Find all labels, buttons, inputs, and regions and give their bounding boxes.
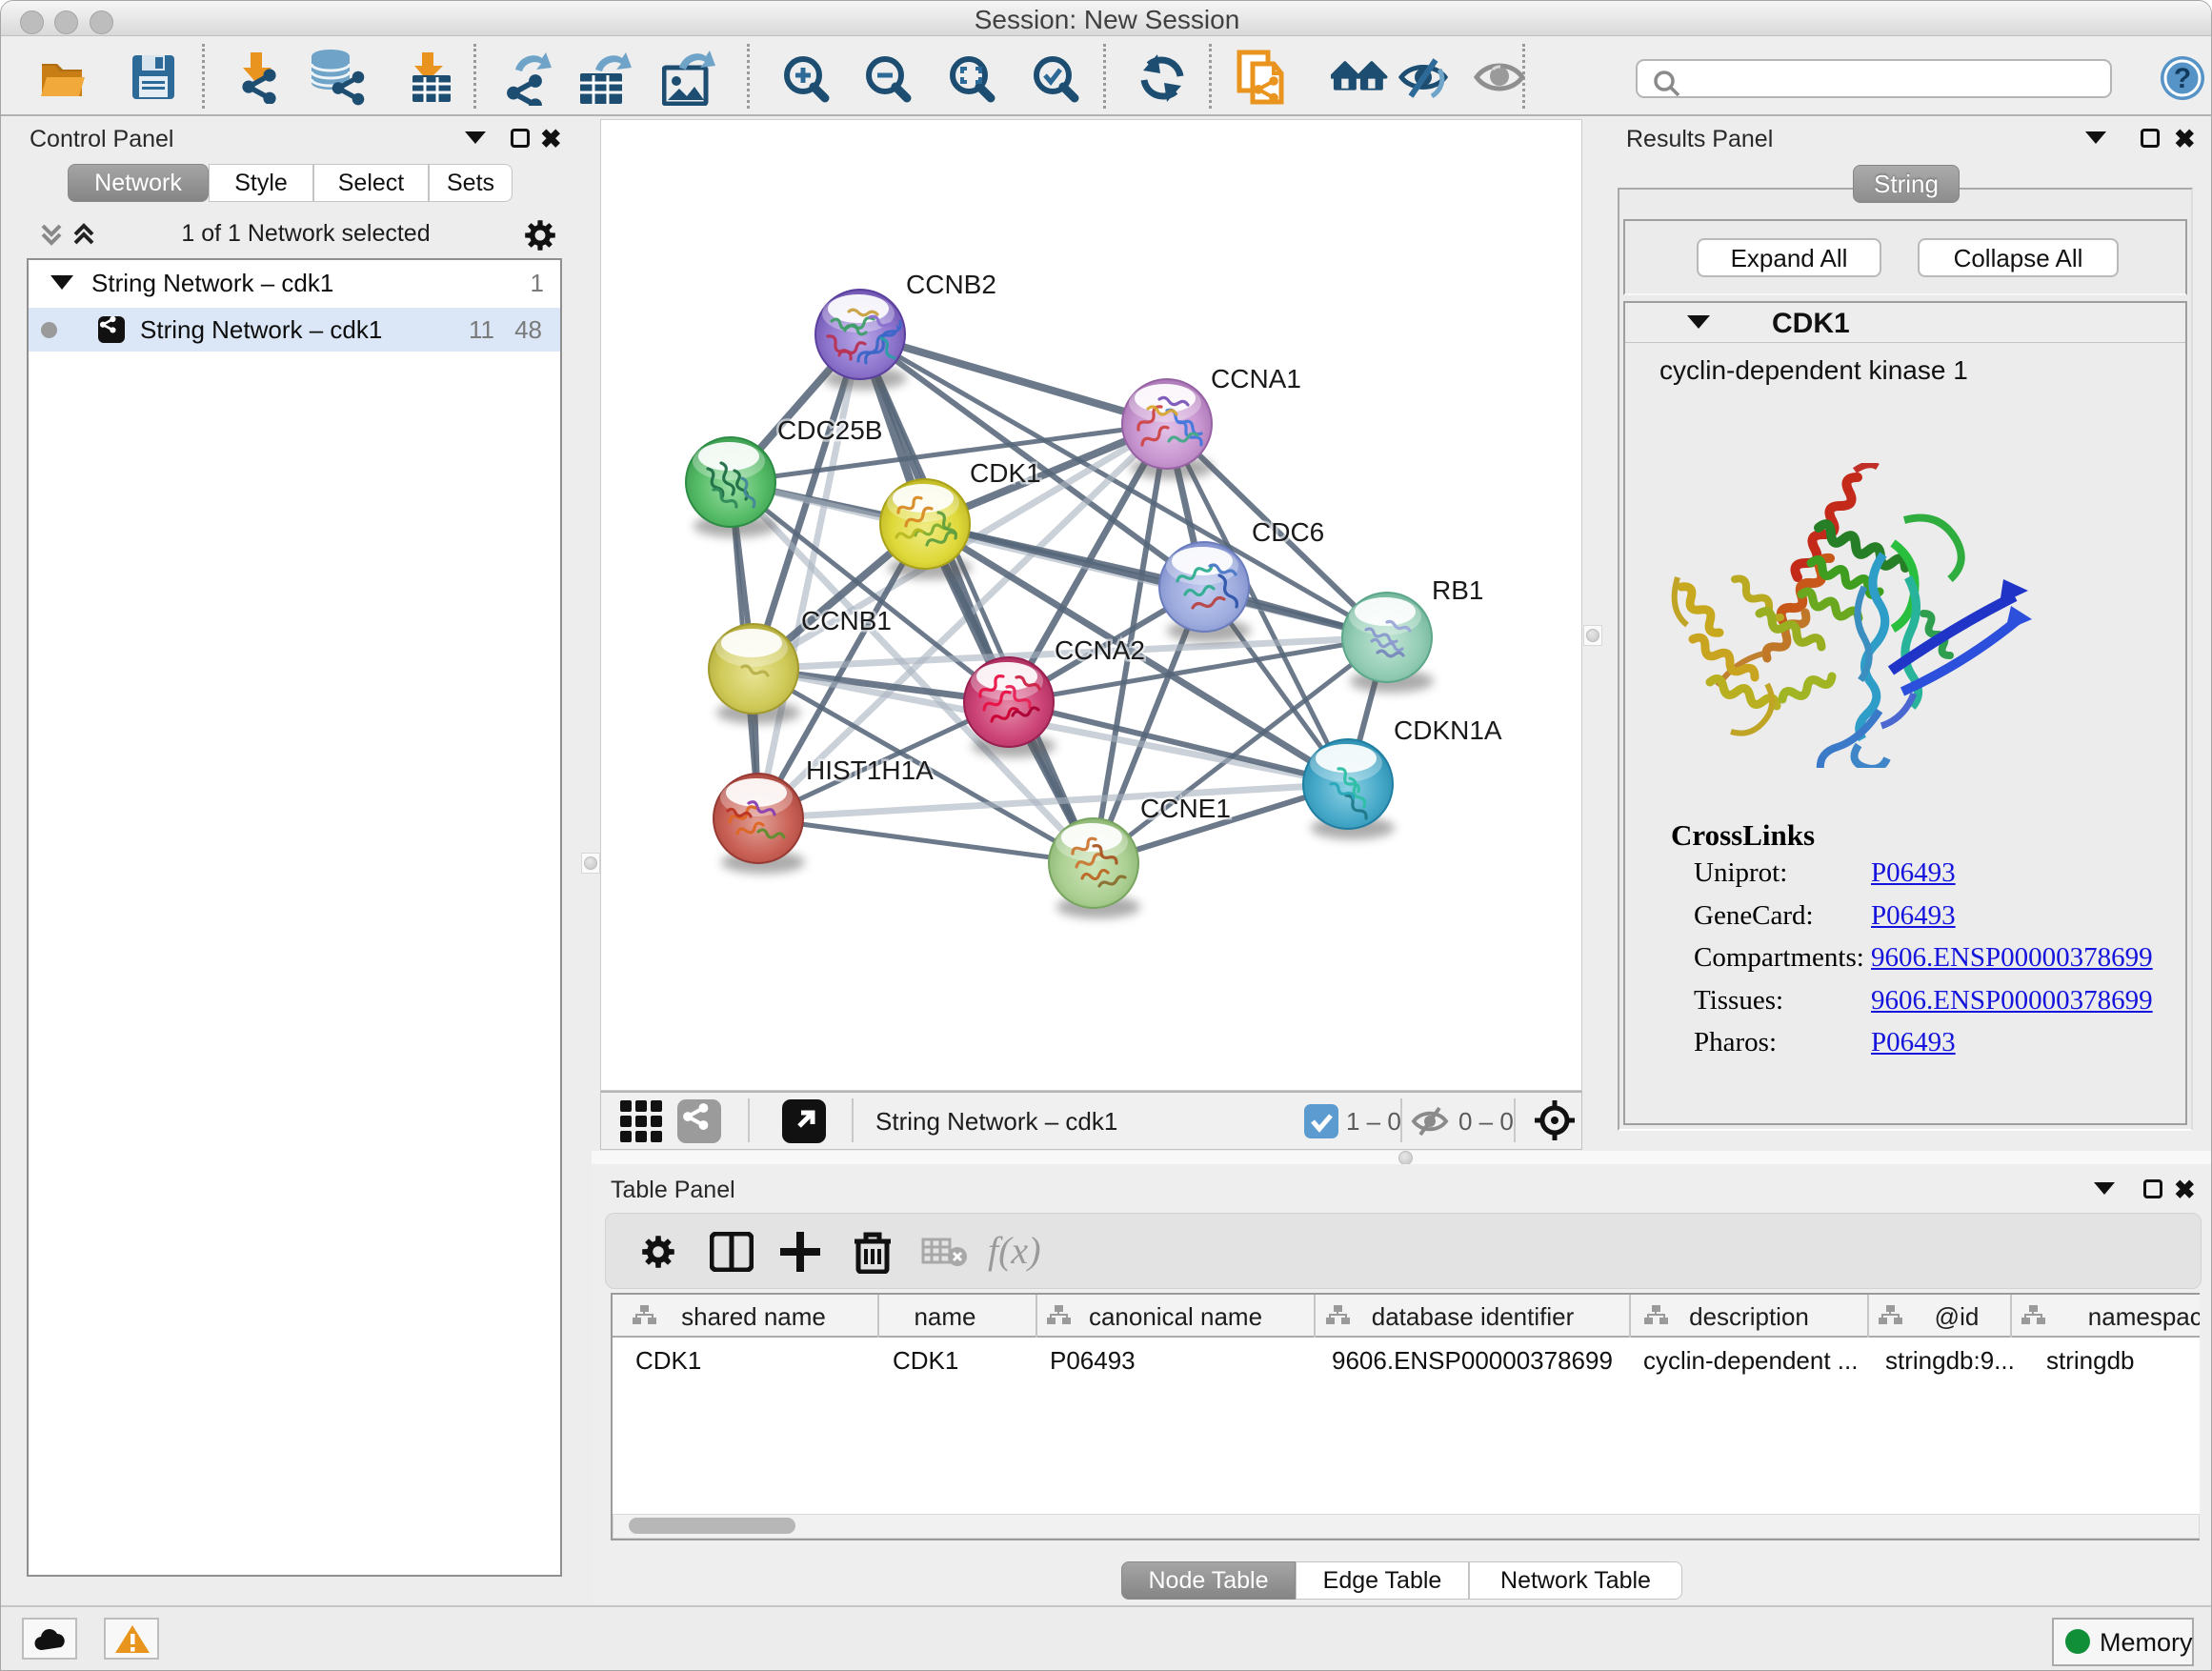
svg-text:CCNA1: CCNA1 xyxy=(1211,364,1301,393)
svg-text:CCNB2: CCNB2 xyxy=(906,270,996,299)
svg-text:CDC25B: CDC25B xyxy=(777,415,882,445)
svg-text:CCNB1: CCNB1 xyxy=(801,606,892,635)
svg-text:RB1: RB1 xyxy=(1432,575,1483,605)
svg-text:CCNE1: CCNE1 xyxy=(1140,794,1231,823)
svg-text:?: ? xyxy=(2174,63,2191,94)
svg-text:HIST1H1A: HIST1H1A xyxy=(806,755,934,785)
svg-text:CDKN1A: CDKN1A xyxy=(1394,715,1502,745)
svg-text:CCNA2: CCNA2 xyxy=(1055,635,1145,665)
svg-text:CDC6: CDC6 xyxy=(1252,517,1324,547)
svg-text:CDK1: CDK1 xyxy=(970,458,1041,488)
